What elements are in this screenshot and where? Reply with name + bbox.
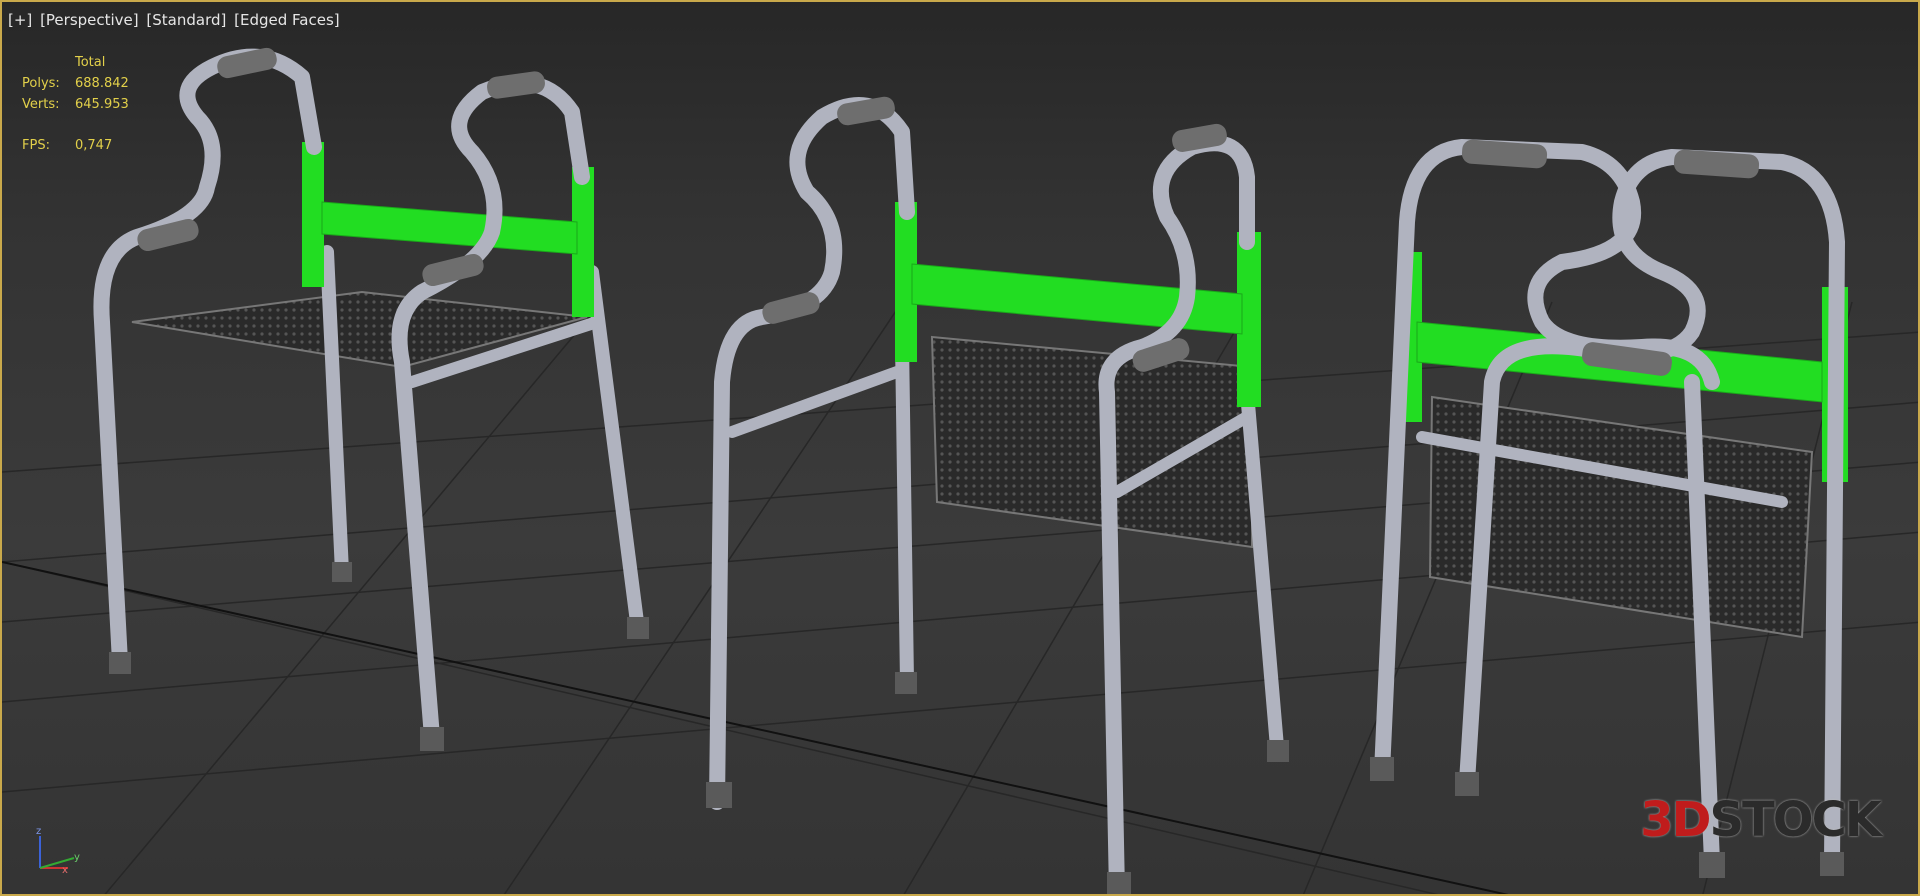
stats-polys-value: 688.842	[75, 76, 129, 91]
walker-1-right-frame	[391, 75, 590, 745]
walker-2-grip-low-left	[762, 292, 820, 324]
walker-2-left-frame	[709, 97, 915, 810]
walker-3-foot-4	[1820, 852, 1844, 876]
walker-2-rear-right-leg	[1240, 385, 1284, 754]
walker-2-foot-2	[895, 672, 917, 694]
walker-2-foot-4	[1107, 872, 1131, 894]
stats-verts-label: Verts:	[22, 97, 60, 112]
perspective-viewport[interactable]: [+] [Perspective] [Standard] [Edged Face…	[0, 0, 1920, 896]
walker-3-foot-3	[1699, 852, 1725, 878]
walker-1-green-bar	[321, 201, 578, 255]
walker-1-foot-4	[627, 617, 649, 639]
walker-1-foot-3	[420, 727, 444, 751]
scene-render	[2, 47, 1918, 894]
walker-2-rear-left-leg	[895, 335, 914, 689]
walker-1-grip-right-top	[487, 71, 545, 99]
ground-axis-line	[2, 561, 1509, 894]
walker-2-foot-1	[706, 782, 732, 808]
walker-1-foot-1	[109, 652, 131, 674]
walker-2-foot-3	[1267, 740, 1289, 762]
walker-1-left-green-upright	[302, 142, 324, 287]
gizmo-y-label: y	[74, 852, 80, 863]
gizmo-x-label: x	[62, 865, 68, 874]
stats-fps-value: 0,747	[75, 138, 113, 153]
walker-1-left-frame	[93, 48, 322, 670]
viewport-label-menu: [+] [Perspective] [Standard] [Edged Face…	[8, 11, 343, 29]
axis-tripod-icon: z x y	[36, 826, 80, 874]
walker-2-left-side-tube	[726, 366, 903, 438]
viewport-shading-standard-menu[interactable]: [Standard]	[146, 11, 226, 29]
viewport-plus-menu[interactable]: [+]	[8, 11, 32, 29]
watermark-part-3d: 3D	[1640, 792, 1711, 848]
stats-polys-label: Polys:	[22, 76, 60, 91]
viewport-display-mode-menu[interactable]: [Edged Faces]	[234, 11, 339, 29]
walker-3-foot-1	[1370, 757, 1394, 781]
walker-1-seat	[131, 290, 588, 369]
viewport-pov-menu[interactable]: [Perspective]	[40, 11, 139, 29]
viewport-statistics: Total Polys: 688.842 Verts: 645.953 FPS:…	[22, 52, 129, 156]
walker-3	[1370, 139, 1848, 878]
walker-3-foot-2	[1455, 772, 1479, 796]
stats-verts-value: 645.953	[75, 97, 129, 112]
watermark-logo: 3DSTOCK	[1640, 792, 1882, 848]
watermark-part-stock: STOCK	[1709, 792, 1882, 848]
stats-header: Total	[75, 55, 106, 70]
walker-1-foot-2	[332, 562, 352, 582]
stats-fps-label: FPS:	[22, 138, 50, 153]
gizmo-z-label: z	[36, 826, 41, 837]
